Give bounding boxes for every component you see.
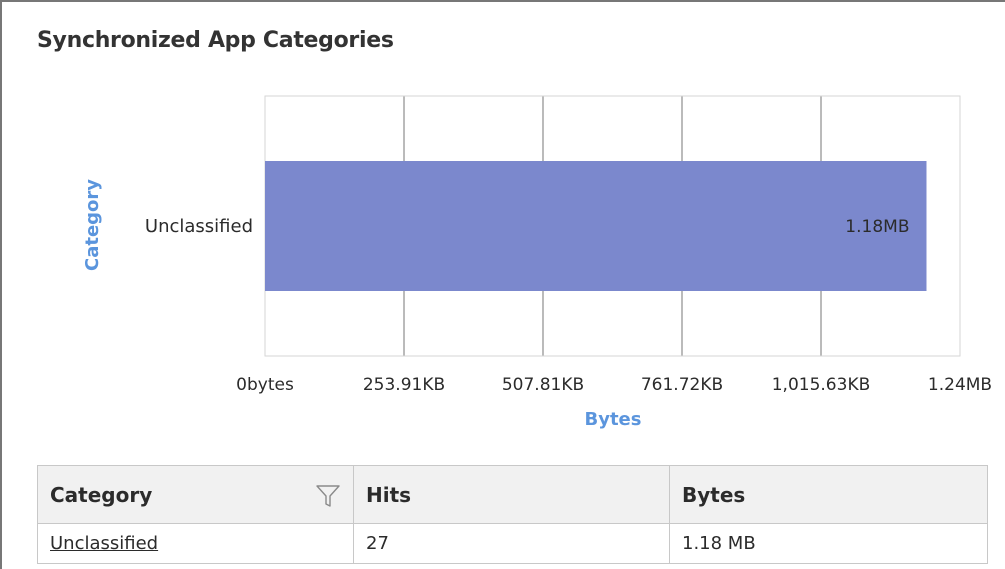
y-axis-ticks: Unclassified bbox=[145, 216, 253, 237]
cell-hits: 27 bbox=[353, 523, 670, 564]
x-tick-label: 253.91KB bbox=[363, 375, 445, 395]
data-table: Category Hits Bytes Unclassified 27 1.18… bbox=[37, 465, 988, 564]
column-header-category[interactable]: Category bbox=[37, 465, 354, 524]
category-link[interactable]: Unclassified bbox=[50, 533, 158, 554]
y-tick-label: Unclassified bbox=[145, 216, 253, 237]
bar-data-label: 1.18MB bbox=[845, 217, 909, 237]
cell-category: Unclassified bbox=[37, 523, 354, 564]
x-tick-label: 0bytes bbox=[236, 375, 294, 395]
bar[interactable] bbox=[265, 161, 927, 291]
x-tick-label: 1,015.63KB bbox=[772, 375, 871, 395]
x-axis-ticks: 0bytes 253.91KB 507.81KB 761.72KB 1,015.63KB… bbox=[236, 375, 992, 395]
column-header-bytes[interactable]: Bytes bbox=[669, 465, 988, 524]
x-axis-title: Bytes bbox=[585, 409, 642, 430]
x-tick-label: 1.24MB bbox=[928, 375, 992, 395]
column-header-label: Hits bbox=[366, 482, 412, 507]
table-header-row: Category Hits Bytes bbox=[37, 465, 988, 524]
x-tick-label: 507.81KB bbox=[502, 375, 584, 395]
filter-icon[interactable] bbox=[315, 483, 341, 509]
table-row: Unclassified 27 1.18 MB bbox=[37, 523, 988, 564]
column-header-label: Category bbox=[50, 482, 153, 507]
y-axis-title: Category bbox=[82, 179, 103, 271]
column-header-hits[interactable]: Hits bbox=[353, 465, 670, 524]
x-tick-label: 761.72KB bbox=[641, 375, 723, 395]
column-header-label: Bytes bbox=[682, 482, 746, 507]
bar-chart: 1.18MB 0bytes 253.91KB 507.81KB 761.72KB 1,0… bbox=[82, 95, 992, 430]
chart-bars: 1.18MB bbox=[265, 161, 927, 291]
cell-bytes: 1.18 MB bbox=[669, 523, 988, 564]
